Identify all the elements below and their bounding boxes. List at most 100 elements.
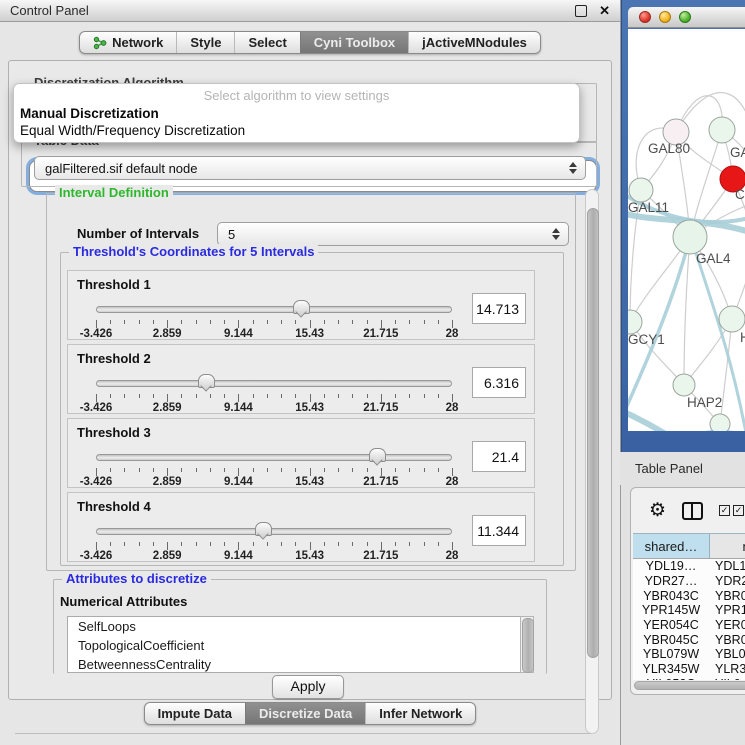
algorithm-option-equal-width-frequency-discretization[interactable]: Equal Width/Frequency Discretization xyxy=(14,122,579,139)
node-table: shared… na YDL19…YDL1YDR27…YDR2YBR043CYB… xyxy=(633,533,745,680)
checkbox-icon: ✓ xyxy=(733,505,744,516)
float-window-icon[interactable] xyxy=(575,5,587,17)
scale-tick-label: 28 xyxy=(446,328,459,340)
threshold-value-field[interactable]: 14.713 xyxy=(472,293,526,324)
network-node-h[interactable] xyxy=(719,306,745,332)
cell-name: YDR2 xyxy=(709,574,745,588)
algorithm-option-manual-discretization[interactable]: Manual Discretization xyxy=(14,105,579,122)
threshold-slider[interactable]: -3.4262.8599.14415.4321.71528 xyxy=(96,447,452,485)
network-node-label: H xyxy=(740,330,745,345)
network-canvas[interactable]: GAL80GACGAL11GAL4GCY1HHAP2 xyxy=(628,29,745,431)
threshold-value-field[interactable]: 11.344 xyxy=(472,515,526,546)
threshold-block: Threshold 1 -3.4262.8599.14415.4321.71528… xyxy=(67,270,535,340)
attribute-item-selfloops[interactable]: SelfLoops xyxy=(68,617,533,636)
threshold-label: Threshold 4 xyxy=(77,499,151,514)
scale-tick-label: 21.715 xyxy=(363,550,398,562)
table-row[interactable]: YER054CYER0 xyxy=(633,618,745,633)
column-header-shared[interactable]: shared… xyxy=(633,534,710,558)
scale-tick-label: 9.144 xyxy=(224,476,253,488)
algorithm-hint: Select algorithm to view settings xyxy=(14,84,579,105)
attribute-item-topologicalcoefficient[interactable]: TopologicalCoefficient xyxy=(68,636,533,655)
network-node-ga[interactable] xyxy=(709,117,735,143)
apply-button[interactable]: Apply xyxy=(272,675,344,699)
table-row[interactable]: YDL19…YDL1 xyxy=(633,559,745,574)
panel-title: Control Panel xyxy=(10,3,89,18)
attribute-item-betweennesscentrality[interactable]: BetweennessCentrality xyxy=(68,655,533,673)
scroll-clip-divider xyxy=(15,733,591,734)
tab-cyni-toolbox[interactable]: Cyni Toolbox xyxy=(300,32,408,53)
threshold-label: Threshold 1 xyxy=(77,277,151,292)
thresholds-group: Threshold's Coordinates for 5 Intervals … xyxy=(60,252,564,566)
table-row[interactable]: YIL052CYIL0 xyxy=(633,677,745,681)
combo-stepper-icon xyxy=(552,228,560,240)
threshold-value-field[interactable]: 21.4 xyxy=(472,441,526,472)
network-window: GAL80GACGAL11GAL4GCY1HHAP2 xyxy=(628,7,745,431)
tab-label: Discretize Data xyxy=(259,706,352,721)
network-node-label: C xyxy=(735,187,745,202)
table-data-combo[interactable]: galFiltered.sif default node xyxy=(34,156,586,180)
gear-icon[interactable]: ⚙ xyxy=(649,501,666,520)
tab-infer-network[interactable]: Infer Network xyxy=(365,703,475,724)
close-traffic-light[interactable] xyxy=(639,11,651,23)
table-row[interactable]: YBR043CYBR0 xyxy=(633,588,745,603)
numerical-attributes-list[interactable]: SelfLoopsTopologicalCoefficientBetweenne… xyxy=(67,616,534,673)
network-node-hap2[interactable] xyxy=(673,374,695,396)
table-row[interactable]: YLR345WYLR3 xyxy=(633,662,745,677)
tab-jactivemnodules[interactable]: jActiveMNodules xyxy=(408,32,540,53)
threshold-slider[interactable]: -3.4262.8599.14415.4321.71528 xyxy=(96,521,452,559)
cell-shared-name: YDR27… xyxy=(633,574,709,588)
scale-tick-label: -3.426 xyxy=(80,402,113,414)
scale-tick-label: 28 xyxy=(446,550,459,562)
zoom-traffic-light[interactable] xyxy=(679,11,691,23)
network-node-gal4[interactable] xyxy=(673,220,707,254)
network-node-label: GCY1 xyxy=(628,332,665,347)
network-node-gcy1[interactable] xyxy=(628,310,642,334)
table-row[interactable]: YBL079WYBL0 xyxy=(633,647,745,662)
table-row[interactable]: YPR145WYPR1 xyxy=(633,603,745,618)
table-hscrollbar[interactable] xyxy=(634,681,745,690)
attributes-list-scrollbar[interactable] xyxy=(520,616,534,673)
threshold-slider[interactable]: -3.4262.8599.14415.4321.71528 xyxy=(96,299,452,337)
table-row[interactable]: YDR27…YDR2 xyxy=(633,574,745,589)
interval-definition-group: Interval Definition Number of Intervals … xyxy=(46,193,576,571)
table-panel-card: ⚙ ✓ ✓ shared… na YDL19…YDL1YDR27…YDR2YBR… xyxy=(630,487,745,695)
scale-tick-label: 21.715 xyxy=(363,402,398,414)
scale-tick-label: 15.43 xyxy=(295,476,324,488)
slider-thumb[interactable] xyxy=(255,522,272,536)
main-scrollbar[interactable] xyxy=(585,189,599,734)
tab-impute-data[interactable]: Impute Data xyxy=(145,703,245,724)
cell-name: YPR1 xyxy=(709,603,745,617)
main-scrollbar-thumb[interactable] xyxy=(587,208,599,658)
columns-icon[interactable] xyxy=(682,502,703,520)
threshold-value-field[interactable]: 6.316 xyxy=(472,367,526,398)
network-node[interactable] xyxy=(710,414,730,431)
close-icon[interactable]: ✕ xyxy=(599,4,610,17)
table-row[interactable]: YBR045CYBR0 xyxy=(633,632,745,647)
cell-shared-name: YIL052C xyxy=(633,677,709,680)
tab-label: Network xyxy=(112,35,163,50)
app-root: Control Panel ✕ Network Style Select Cyni T… xyxy=(0,0,745,745)
tab-select[interactable]: Select xyxy=(234,32,299,53)
column-header-name[interactable]: na xyxy=(710,534,745,558)
tab-label: Select xyxy=(248,35,286,50)
scale-tick-label: 15.43 xyxy=(295,550,324,562)
bottom-tabs: Impute Data Discretize Data Infer Network xyxy=(144,702,477,725)
slider-thumb[interactable] xyxy=(198,374,215,388)
tab-label: Infer Network xyxy=(379,706,462,721)
slider-thumb[interactable] xyxy=(369,448,386,462)
tab-network[interactable]: Network xyxy=(80,32,176,53)
scale-tick-label: -3.426 xyxy=(80,476,113,488)
scale-tick-label: 9.144 xyxy=(224,402,253,414)
select-columns-icon[interactable]: ✓ ✓ xyxy=(719,505,744,516)
network-node-gal11[interactable] xyxy=(629,178,653,202)
scale-tick-label: 21.715 xyxy=(363,476,398,488)
threshold-slider[interactable]: -3.4262.8599.14415.4321.71528 xyxy=(96,373,452,411)
tab-style[interactable]: Style xyxy=(176,32,234,53)
minimize-traffic-light[interactable] xyxy=(659,11,671,23)
tab-discretize-data[interactable]: Discretize Data xyxy=(245,703,365,724)
control-panel-titlebar: Control Panel ✕ xyxy=(0,0,620,22)
cell-shared-name: YER054C xyxy=(633,618,709,632)
num-intervals-combo[interactable]: 5 xyxy=(217,222,569,246)
slider-thumb[interactable] xyxy=(293,300,310,314)
scale-tick-label: -3.426 xyxy=(80,550,113,562)
